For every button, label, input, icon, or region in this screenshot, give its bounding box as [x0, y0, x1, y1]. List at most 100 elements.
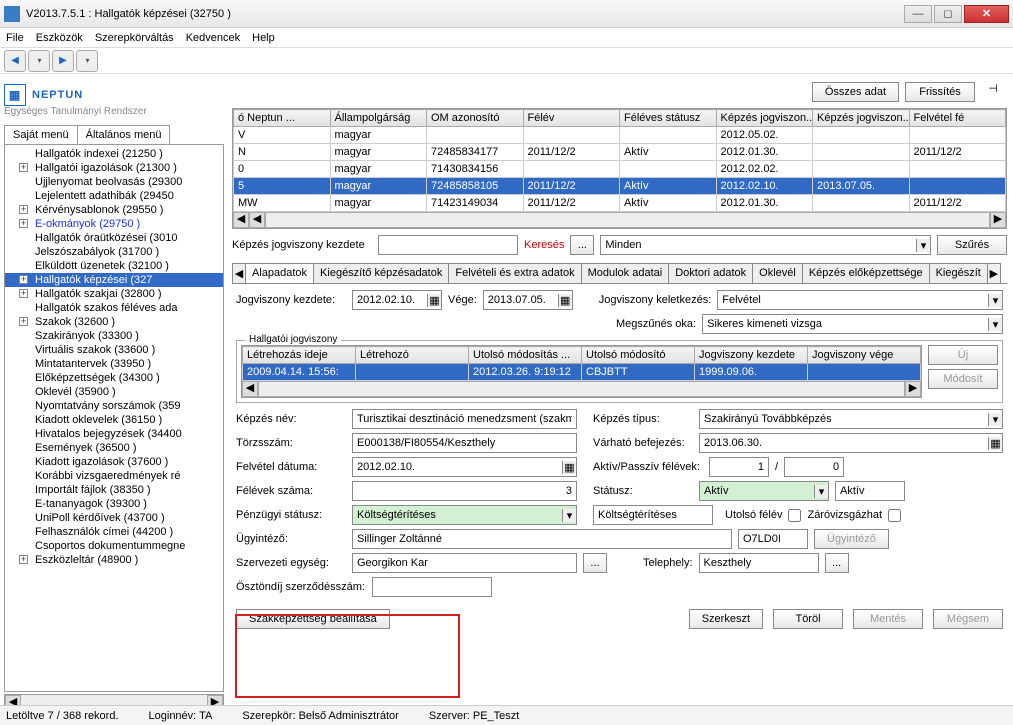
- tree-item[interactable]: Csoportos dokumentummegne: [5, 539, 223, 553]
- detail-tab[interactable]: Modulok adatai: [581, 263, 670, 283]
- jk-date[interactable]: 2012.02.10.▦: [352, 290, 442, 310]
- maximize-button[interactable]: ◻: [934, 5, 962, 23]
- tree-item[interactable]: UniPoll kérdőívek (43700 ): [5, 511, 223, 525]
- nav-fwd-dropdown[interactable]: [76, 50, 98, 72]
- logo-text: NEPTUN: [32, 89, 83, 101]
- tree-item[interactable]: +Hallgatók szakjai (32800 ): [5, 287, 223, 301]
- tree-item[interactable]: Hallgatók indexei (21250 ): [5, 147, 223, 161]
- st-combo[interactable]: Aktív▾: [699, 481, 829, 501]
- te-input[interactable]: [699, 553, 819, 573]
- tree-item[interactable]: E-tananyagok (39300 ): [5, 497, 223, 511]
- ui-btn[interactable]: Ügyintéző: [814, 529, 889, 549]
- menu-file[interactable]: File: [6, 32, 24, 44]
- mod-button[interactable]: Módosít: [928, 369, 998, 389]
- tree-item[interactable]: +Hallgatói igazolások (21300 ): [5, 161, 223, 175]
- tree-item[interactable]: Ujjlenyomat beolvasás (29300: [5, 175, 223, 189]
- tree-item[interactable]: Hivatalos bejegyzések (34400: [5, 427, 223, 441]
- mo-combo[interactable]: Sikeres kimeneti vizsga▾: [702, 314, 1003, 334]
- fd-date[interactable]: 2012.02.10.▦: [352, 457, 577, 477]
- pin-icon[interactable]: ⊣: [981, 82, 1005, 102]
- tree-item[interactable]: Hallgatók óraütközései (3010: [5, 231, 223, 245]
- close-button[interactable]: ✕: [964, 5, 1009, 23]
- hj-grid[interactable]: Létrehozás idejeLétrehozóUtolsó módosítá…: [241, 345, 922, 398]
- mo-label: Megszűnés oka:: [616, 318, 696, 330]
- tab-nav-right[interactable]: ▶: [987, 263, 1001, 283]
- search-link[interactable]: Keresés: [524, 239, 564, 251]
- tree-item[interactable]: Elküldött üzenetek (32100 ): [5, 259, 223, 273]
- ts-input[interactable]: [352, 433, 577, 453]
- se-input[interactable]: [352, 553, 577, 573]
- uj-button[interactable]: Új: [928, 345, 998, 365]
- ps-combo[interactable]: Költségtérítéses▾: [352, 505, 577, 525]
- menu-tree[interactable]: Hallgatók indexei (21250 )+Hallgatói iga…: [4, 144, 224, 692]
- tree-item[interactable]: Mintatantervek (33950 ): [5, 357, 223, 371]
- tree-item[interactable]: +Eszközleltár (48900 ): [5, 553, 223, 567]
- tree-item[interactable]: Virtuális szakok (33600 ): [5, 343, 223, 357]
- vb-date[interactable]: 2013.06.30.▦: [699, 433, 1003, 453]
- all-data-button[interactable]: Összes adat: [812, 82, 899, 102]
- tree-item[interactable]: +Kérvénysablonok (29550 ): [5, 203, 223, 217]
- tree-item[interactable]: Szakirányok (33300 ): [5, 329, 223, 343]
- zv-check[interactable]: [888, 509, 901, 522]
- nav-back-dropdown[interactable]: [28, 50, 50, 72]
- se-dots[interactable]: ...: [583, 553, 607, 573]
- mentes-button[interactable]: Mentés: [853, 609, 923, 629]
- tab-nav-left[interactable]: ◀: [232, 263, 246, 283]
- tree-item[interactable]: Lejelentett adathibák (29450: [5, 189, 223, 203]
- ap1-input[interactable]: [709, 457, 769, 477]
- tree-item[interactable]: Importált fájlok (38350 ): [5, 483, 223, 497]
- detail-tab[interactable]: Oklevél: [752, 263, 803, 283]
- detail-tab[interactable]: Doktori adatok: [668, 263, 753, 283]
- tree-item[interactable]: Kiadott oklevelek (36150 ): [5, 413, 223, 427]
- tree-item[interactable]: Oklevél (35900 ): [5, 385, 223, 399]
- nav-row: [0, 48, 1013, 74]
- tab-general-menu[interactable]: Általános menü: [77, 125, 171, 144]
- search-dots-button[interactable]: ...: [570, 235, 594, 255]
- tree-item[interactable]: Események (36500 ): [5, 441, 223, 455]
- menu-help[interactable]: Help: [252, 32, 275, 44]
- kn-input[interactable]: [352, 409, 577, 429]
- detail-tab[interactable]: Kiegészítő képzésadatok: [313, 263, 449, 283]
- megsem-button[interactable]: Mégsem: [933, 609, 1003, 629]
- szak-button[interactable]: Szakképzettség beállítása: [236, 609, 390, 629]
- refresh-button[interactable]: Frissítés: [905, 82, 975, 102]
- szerk-button[interactable]: Szerkeszt: [689, 609, 763, 629]
- tree-item[interactable]: +Hallgatók képzései (327: [5, 273, 223, 287]
- data-grid[interactable]: ó Neptun ...ÁllampolgárságOM azonosítóFé…: [232, 108, 1007, 229]
- logo: ▦NEPTUN Egységes Tanulmányi Rendszer: [4, 78, 224, 119]
- tab-own-menu[interactable]: Saját menü: [4, 125, 78, 144]
- uf-check[interactable]: [788, 509, 801, 522]
- filter-button[interactable]: Szűrés: [937, 235, 1007, 255]
- tree-item[interactable]: Jelszószabályok (31700 ): [5, 245, 223, 259]
- minimize-button[interactable]: —: [904, 5, 932, 23]
- detail-tab[interactable]: Alapadatok: [245, 263, 314, 283]
- ap2-input[interactable]: [784, 457, 844, 477]
- search-input[interactable]: [378, 235, 518, 255]
- jkk-combo[interactable]: Felvétel▾: [717, 290, 1003, 310]
- nav-fwd-button[interactable]: [52, 50, 74, 72]
- detail-tab[interactable]: Kiegészít: [929, 263, 988, 283]
- menu-fav[interactable]: Kedvencek: [186, 32, 240, 44]
- filter-combo[interactable]: Minden▾: [600, 235, 931, 255]
- tree-item[interactable]: Hallgatók szakos féléves ada: [5, 301, 223, 315]
- tree-item[interactable]: Korábbi vizsgaeredmények ré: [5, 469, 223, 483]
- tree-item[interactable]: Nyomtatvány sorszámok (359: [5, 399, 223, 413]
- os-input[interactable]: [372, 577, 492, 597]
- tree-item[interactable]: Előképzettségek (34300 ): [5, 371, 223, 385]
- detail-tab[interactable]: Képzés előképzettsége: [802, 263, 930, 283]
- te-dots[interactable]: ...: [825, 553, 849, 573]
- kt-combo[interactable]: Szakirányú Továbbképzés▾: [699, 409, 1003, 429]
- detail-tab[interactable]: Felvételi és extra adatok: [448, 263, 581, 283]
- menu-tools[interactable]: Eszközök: [36, 32, 83, 44]
- tree-item[interactable]: Kiadott igazolások (37600 ): [5, 455, 223, 469]
- tree-item[interactable]: +E-okmányok (29750 ): [5, 217, 223, 231]
- ui-code[interactable]: [738, 529, 808, 549]
- fs-input[interactable]: [352, 481, 577, 501]
- ui-input[interactable]: [352, 529, 732, 549]
- torol-button[interactable]: Töröl: [773, 609, 843, 629]
- vege-date[interactable]: 2013.07.05.▦: [483, 290, 573, 310]
- tree-item[interactable]: Felhasználók címei (44200 ): [5, 525, 223, 539]
- menu-role[interactable]: Szerepkörváltás: [95, 32, 174, 44]
- tree-item[interactable]: +Szakok (32600 ): [5, 315, 223, 329]
- nav-back-button[interactable]: [4, 50, 26, 72]
